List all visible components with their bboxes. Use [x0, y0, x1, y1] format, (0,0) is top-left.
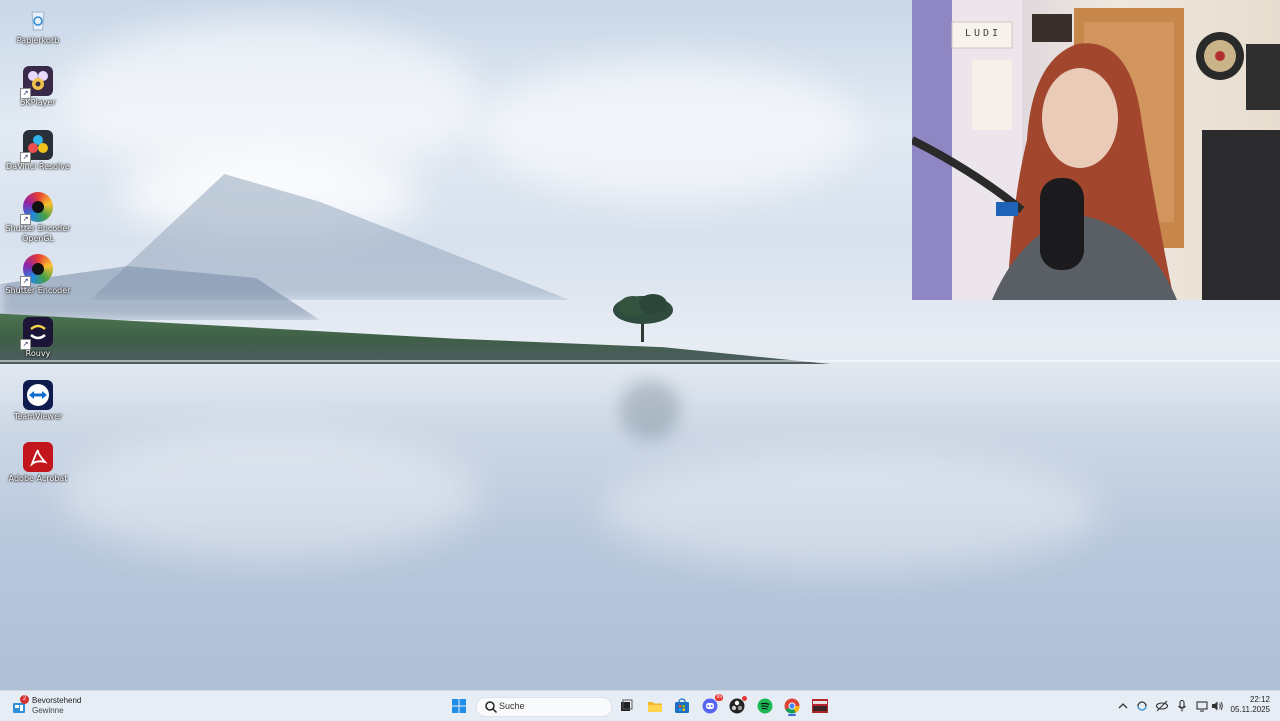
task-view-button[interactable]: [616, 696, 636, 716]
chrome-icon: [784, 698, 800, 714]
desktop-icon-recycle-bin[interactable]: Papierkorb: [4, 4, 72, 46]
system-clock[interactable]: 22:12 05.11.2025: [1231, 695, 1270, 715]
widgets-button[interactable]: 2 Bevorstehend Gewinne: [12, 694, 102, 718]
desktop-icon-davinci-resolve[interactable]: ↗ DaVinci Resolve: [4, 130, 72, 172]
desktop-icon-label: DaVinci Resolve: [6, 162, 70, 171]
shutter-encoder-icon: ↗: [20, 254, 53, 287]
taskbar-obs[interactable]: [727, 696, 747, 716]
start-button[interactable]: [449, 696, 469, 716]
voicemeeter-icon: [812, 699, 828, 713]
desktop-icon-label: Papierkorb: [16, 36, 60, 45]
taskbar-discord[interactable]: 99: [700, 694, 723, 716]
desktop-icon-label: Adobe Acrobat: [8, 474, 68, 483]
widget-title: Bevorstehend: [32, 696, 82, 705]
5kplayer-icon: ↗: [20, 66, 53, 99]
teamviewer-icon: [23, 380, 53, 410]
recycle-bin-icon: [23, 4, 53, 34]
taskbar-microsoft-store[interactable]: [672, 696, 692, 716]
desktop-icon-label: Rouvy: [25, 349, 51, 358]
task-view-icon: [621, 699, 633, 711]
desktop-icon-rouvy[interactable]: ↗ Rouvy: [4, 317, 72, 359]
active-app-indicator: [788, 714, 796, 716]
microphone-icon[interactable]: [1175, 699, 1189, 713]
shortcut-arrow-icon: ↗: [20, 152, 31, 163]
file-explorer-icon: [648, 702, 662, 712]
shortcut-arrow-icon: ↗: [20, 339, 31, 350]
shutter-encoder-opengl-icon: ↗: [20, 192, 53, 225]
taskbar-chrome[interactable]: [782, 696, 802, 716]
desktop-icon-label: TeamViewer: [13, 412, 63, 421]
taskbar-voicemeeter[interactable]: [810, 696, 830, 716]
desktop-icon-5kplayer[interactable]: ↗ 5KPlayer: [4, 66, 72, 108]
taskbar-spotify[interactable]: [755, 696, 775, 716]
shortcut-arrow-icon: ↗: [20, 276, 31, 287]
microsoft-store-icon: [675, 698, 689, 713]
desktop-icon-shutter-encoder[interactable]: ↗ Shutter Encoder: [4, 254, 72, 296]
search-icon: [485, 701, 498, 714]
discord-badge: 99: [715, 694, 723, 701]
taskbar: 2 Bevorstehend Gewinne Suche 99 22:12 05…: [0, 690, 1280, 721]
rouvy-icon: ↗: [20, 317, 53, 350]
tree-graphic: [613, 294, 673, 342]
search-placeholder: Suche: [499, 701, 525, 711]
network-icon[interactable]: [1195, 699, 1209, 713]
desktop-icon-label: Shutter Encoder: [5, 286, 71, 295]
desktop-icon-label: 5KPlayer: [20, 98, 56, 107]
webcam-sign: LUDI: [964, 28, 1002, 39]
obs-recording-dot: [742, 696, 747, 701]
clock-time: 22:12: [1249, 695, 1270, 704]
start-icon: [452, 699, 466, 713]
desktop-icon-shutter-encoder-opengl[interactable]: ↗ Shutter Encoder OpenGL: [4, 192, 72, 244]
taskbar-file-explorer[interactable]: [645, 696, 665, 716]
sync-icon[interactable]: [1135, 699, 1149, 713]
widget-subtitle: Gewinne: [32, 706, 64, 715]
desktop-icon-label: Shutter Encoder OpenGL: [5, 224, 71, 243]
widget-badge: 2: [20, 695, 29, 704]
shortcut-arrow-icon: ↗: [20, 214, 31, 225]
volume-icon[interactable]: [1210, 699, 1224, 713]
desktop-icon-adobe-acrobat[interactable]: Adobe Acrobat: [4, 442, 72, 484]
spotify-icon: [757, 698, 773, 714]
chevron-up-icon[interactable]: [1116, 699, 1130, 713]
clock-date: 05.11.2025: [1230, 705, 1270, 714]
eye-off-icon[interactable]: [1155, 699, 1169, 713]
webcam-overlay: LUDI: [912, 0, 1280, 300]
adobe-acrobat-icon: [23, 442, 53, 472]
davinci-resolve-icon: ↗: [20, 130, 53, 163]
taskbar-search[interactable]: Suche: [476, 697, 612, 717]
desktop-icon-teamviewer[interactable]: TeamViewer: [4, 380, 72, 422]
shortcut-arrow-icon: ↗: [20, 88, 31, 99]
